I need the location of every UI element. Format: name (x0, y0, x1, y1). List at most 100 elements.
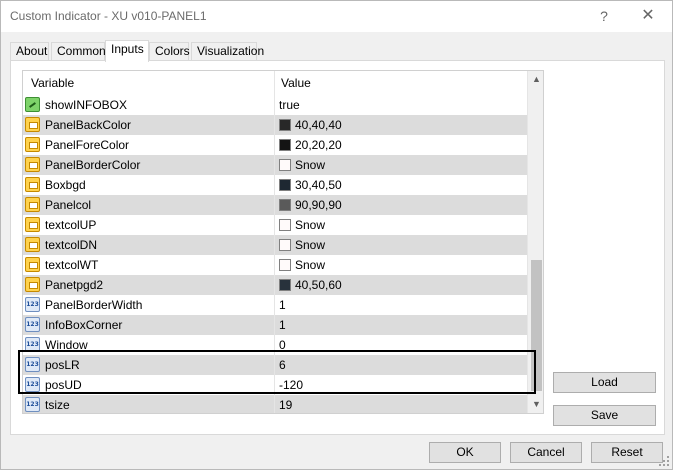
grid-row[interactable]: Panetpgd2 40,50,60 (23, 275, 527, 295)
value-cell[interactable]: -120 (275, 375, 527, 395)
value-cell[interactable]: 19 (275, 395, 527, 413)
cancel-button[interactable]: Cancel (510, 442, 582, 463)
title-bar[interactable]: Custom Indicator - XU v010-PANEL1 ? ✕ (1, 1, 672, 32)
variable-name: textcolDN (45, 238, 98, 252)
variable-cell[interactable]: PanelBorderColor (23, 155, 275, 175)
help-icon[interactable]: ? (593, 5, 615, 27)
grid-row[interactable]: textcolUP Snow (23, 215, 527, 235)
number-icon (25, 337, 40, 352)
variable-value: 0 (279, 338, 286, 352)
grid-row[interactable]: Panelcol 90,90,90 (23, 195, 527, 215)
color-swatch[interactable] (279, 119, 291, 131)
variable-value: 90,90,90 (295, 198, 342, 212)
variable-cell[interactable]: PanelBorderWidth (23, 295, 275, 315)
save-button[interactable]: Save (553, 405, 656, 426)
color-icon (25, 177, 40, 192)
grid-row[interactable]: PanelForeColor 20,20,20 (23, 135, 527, 155)
value-cell[interactable]: true (275, 95, 527, 115)
number-icon (25, 397, 40, 412)
grid-row[interactable]: PanelBorderWidth 1 (23, 295, 527, 315)
color-swatch[interactable] (279, 199, 291, 211)
tab-common[interactable]: Common (51, 42, 106, 61)
reset-button[interactable]: Reset (591, 442, 663, 463)
grid-row[interactable]: textcolWT Snow (23, 255, 527, 275)
variable-cell[interactable]: posUD (23, 375, 275, 395)
variable-cell[interactable]: textcolWT (23, 255, 275, 275)
variable-value: Snow (295, 218, 326, 232)
value-cell[interactable]: 0 (275, 335, 527, 355)
grid-row[interactable]: tsize 19 (23, 395, 527, 413)
tab-colors[interactable]: Colors (149, 42, 190, 61)
value-cell[interactable]: 40,50,60 (275, 275, 527, 295)
scroll-up-icon[interactable]: ▲ (528, 71, 543, 88)
grid-row[interactable]: Boxbgd 30,40,50 (23, 175, 527, 195)
load-button[interactable]: Load (553, 372, 656, 393)
variable-value: Snow (295, 258, 326, 272)
grid-row[interactable]: showINFOBOX true (23, 95, 527, 115)
bool-icon (25, 97, 40, 112)
window-title: Custom Indicator - XU v010-PANEL1 (10, 9, 207, 23)
grid-row[interactable]: PanelBackColor 40,40,40 (23, 115, 527, 135)
close-icon[interactable]: ✕ (633, 5, 663, 27)
color-icon (25, 137, 40, 152)
variable-cell[interactable]: posLR (23, 355, 275, 375)
variable-cell[interactable]: showINFOBOX (23, 95, 275, 115)
variable-cell[interactable]: Boxbgd (23, 175, 275, 195)
value-cell[interactable]: Snow (275, 255, 527, 275)
value-cell[interactable]: Snow (275, 215, 527, 235)
tab-about[interactable]: About (10, 42, 49, 61)
variable-cell[interactable]: Window (23, 335, 275, 355)
value-cell[interactable]: 90,90,90 (275, 195, 527, 215)
color-swatch[interactable] (279, 179, 291, 191)
color-icon (25, 257, 40, 272)
value-cell[interactable]: Snow (275, 235, 527, 255)
color-swatch[interactable] (279, 159, 291, 171)
column-header-variable[interactable]: Variable (23, 71, 275, 95)
value-cell[interactable]: 1 (275, 295, 527, 315)
grid-row[interactable]: textcolDN Snow (23, 235, 527, 255)
variable-cell[interactable]: Panelcol (23, 195, 275, 215)
column-header-value[interactable]: Value (275, 71, 527, 95)
vertical-scrollbar[interactable]: ▲ ▼ (527, 71, 543, 413)
color-icon (25, 277, 40, 292)
grid-row[interactable]: PanelBorderColor Snow (23, 155, 527, 175)
number-icon (25, 317, 40, 332)
color-icon (25, 217, 40, 232)
grid-row[interactable]: posLR 6 (23, 355, 527, 375)
tab-visualization[interactable]: Visualization (191, 42, 264, 61)
variable-cell[interactable]: textcolDN (23, 235, 275, 255)
variable-name: showINFOBOX (45, 98, 128, 112)
grid-row[interactable]: posUD -120 (23, 375, 527, 395)
value-cell[interactable]: 40,40,40 (275, 115, 527, 135)
value-cell[interactable]: 6 (275, 355, 527, 375)
color-swatch[interactable] (279, 239, 291, 251)
value-cell[interactable]: Snow (275, 155, 527, 175)
color-swatch[interactable] (279, 259, 291, 271)
color-swatch[interactable] (279, 139, 291, 151)
resize-grip-icon[interactable] (659, 456, 669, 466)
ok-button[interactable]: OK (429, 442, 501, 463)
variable-cell[interactable]: tsize (23, 395, 275, 413)
variable-cell[interactable]: PanelBackColor (23, 115, 275, 135)
color-icon (25, 117, 40, 132)
scroll-down-icon[interactable]: ▼ (528, 396, 543, 413)
color-swatch[interactable] (279, 279, 291, 291)
value-cell[interactable]: 30,40,50 (275, 175, 527, 195)
value-cell[interactable]: 20,20,20 (275, 135, 527, 155)
variable-value: Snow (295, 158, 326, 172)
variable-cell[interactable]: Panetpgd2 (23, 275, 275, 295)
value-cell[interactable]: 1 (275, 315, 527, 335)
variable-name: InfoBoxCorner (45, 318, 123, 332)
scrollbar-thumb[interactable] (531, 260, 542, 391)
tab-inputs[interactable]: Inputs (105, 40, 149, 62)
grid-row[interactable]: Window 0 (23, 335, 527, 355)
variable-cell[interactable]: textcolUP (23, 215, 275, 235)
inputs-grid: Variable Value showINFOBOX true PanelBackC… (22, 70, 544, 414)
grid-row[interactable]: InfoBoxCorner 1 (23, 315, 527, 335)
variable-cell[interactable]: PanelForeColor (23, 135, 275, 155)
variable-cell[interactable]: InfoBoxCorner (23, 315, 275, 335)
color-icon (25, 237, 40, 252)
variable-name: PanelBorderColor (45, 158, 141, 172)
color-swatch[interactable] (279, 219, 291, 231)
variable-value: 30,40,50 (295, 178, 342, 192)
